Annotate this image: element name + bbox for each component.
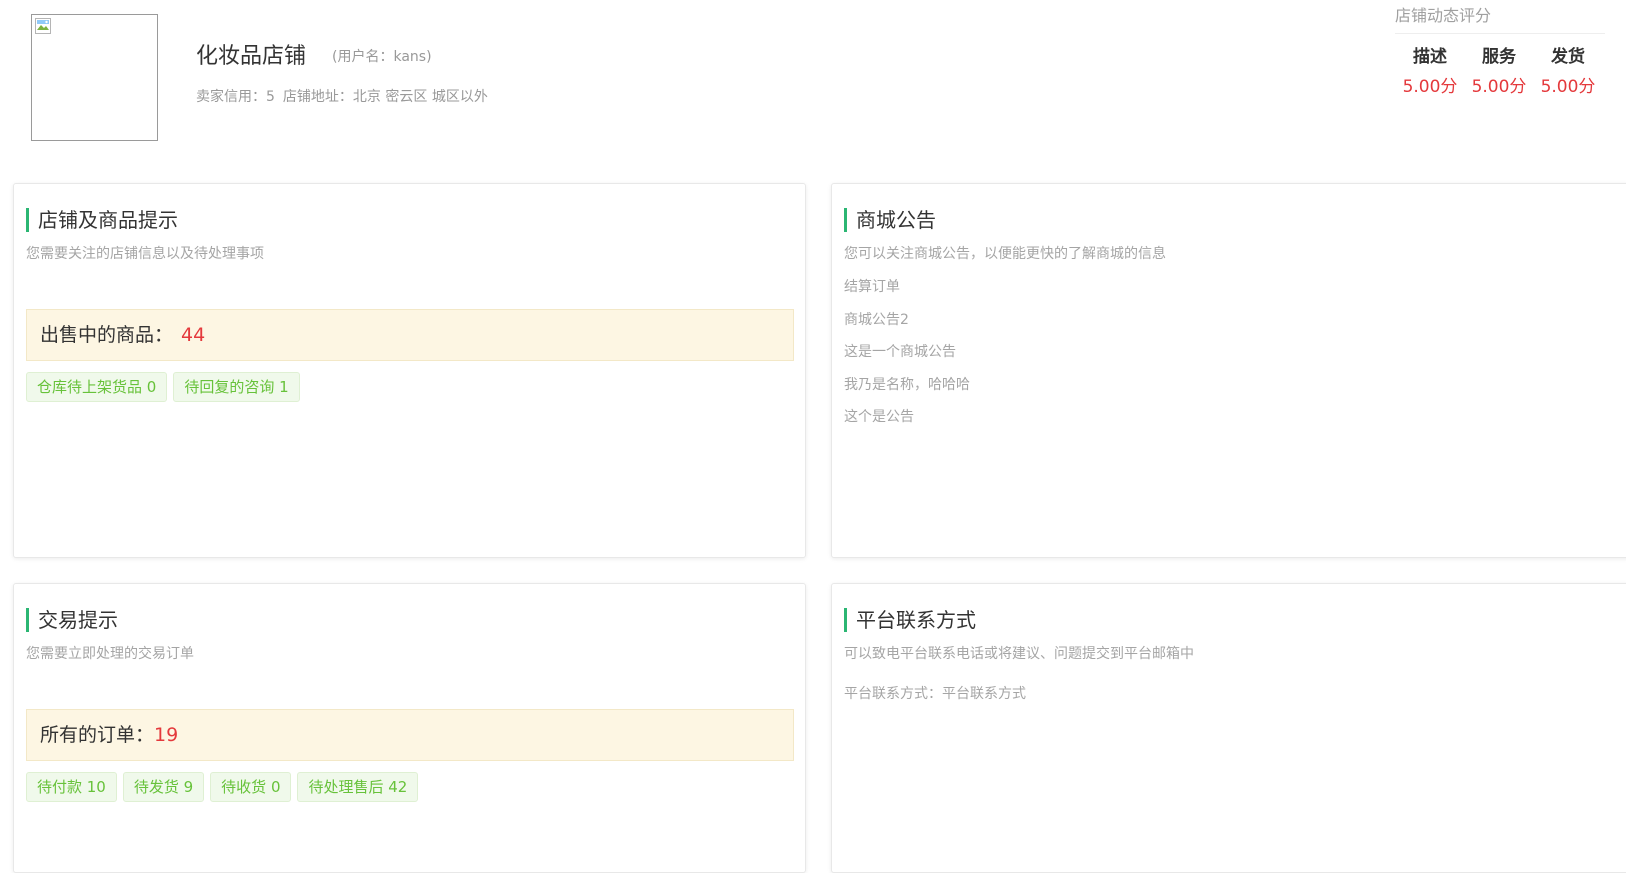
announcement-item[interactable]: 我乃是名称，哈哈哈 <box>844 374 970 407</box>
order-tags: 待付款 10 待发货 9 待收货 0 待处理售后 42 <box>26 772 419 802</box>
card-title: 平台联系方式 <box>844 608 976 632</box>
rating-label: 服务 <box>1482 47 1516 67</box>
shop-rating: 店铺动态评分 描述 5.00分 服务 5.00分 发货 5.00分 <box>1395 0 1605 110</box>
rating-service: 服务 5.00分 <box>1464 45 1534 99</box>
card-subtitle: 您需要关注的店铺信息以及待处理事项 <box>26 246 264 262</box>
card-title: 商城公告 <box>844 208 936 232</box>
card-subtitle: 可以致电平台联系电话或将建议、问题提交到平台邮箱中 <box>844 646 1194 662</box>
rating-value: 5.00分 <box>1471 77 1527 97</box>
store-tags: 仓库待上架货品 0 待回复的咨询 1 <box>26 372 300 402</box>
platform-contact-text: 平台联系方式：平台联系方式 <box>844 686 1026 702</box>
announcements-card: 商城公告 您可以关注商城公告，以便能更快的了解商城的信息 结算订单 商城公告2 … <box>831 183 1626 558</box>
pending-inquiry-tag[interactable]: 待回复的咨询 1 <box>173 372 300 402</box>
rating-value: 5.00分 <box>1540 77 1596 97</box>
shop-meta: 卖家信用：5 店铺地址：北京 密云区 城区以外 <box>196 86 496 106</box>
on-sale-label: 出售中的商品： <box>40 324 174 346</box>
announcement-item[interactable]: 结算订单 <box>844 276 970 309</box>
announcement-item[interactable]: 这是一个商城公告 <box>844 341 970 374</box>
rating-delivery: 发货 5.00分 <box>1533 45 1603 99</box>
all-orders[interactable]: 所有的订单：19 <box>26 709 794 761</box>
pending-receipt-tag[interactable]: 待收货 0 <box>210 772 292 802</box>
pending-after-sales-tag[interactable]: 待处理售后 42 <box>297 772 419 802</box>
platform-contact-card: 平台联系方式 可以致电平台联系电话或将建议、问题提交到平台邮箱中 平台联系方式：… <box>831 583 1626 873</box>
on-sale-count: 44 <box>181 324 206 346</box>
shop-name: 化妆品店铺 <box>196 44 307 69</box>
rating-label: 描述 <box>1413 47 1447 67</box>
all-orders-label: 所有的订单： <box>40 724 155 746</box>
on-sale-goods[interactable]: 出售中的商品： 44 <box>26 309 794 361</box>
rating-value: 5.00分 <box>1402 77 1458 97</box>
broken-image-icon <box>35 18 51 34</box>
store-tips-card: 店铺及商品提示 您需要关注的店铺信息以及待处理事项 出售中的商品： 44 仓库待上… <box>13 183 806 558</box>
card-title: 店铺及商品提示 <box>26 208 178 232</box>
announcement-item[interactable]: 这个是公告 <box>844 406 970 439</box>
shop-logo <box>31 14 158 141</box>
rating-title: 店铺动态评分 <box>1395 6 1492 25</box>
rating-divider <box>1395 33 1605 34</box>
shop-address: 店铺地址：北京 密云区 城区以外 <box>282 89 488 105</box>
pending-payment-tag[interactable]: 待付款 10 <box>26 772 117 802</box>
card-subtitle: 您需要立即处理的交易订单 <box>26 646 194 662</box>
trade-tips-card: 交易提示 您需要立即处理的交易订单 所有的订单：19 待付款 10 待发货 9 … <box>13 583 806 873</box>
all-orders-count: 19 <box>154 724 179 746</box>
card-subtitle: 您可以关注商城公告，以便能更快的了解商城的信息 <box>844 246 1166 262</box>
card-title: 交易提示 <box>26 608 118 632</box>
warehouse-pending-tag[interactable]: 仓库待上架货品 0 <box>26 372 168 402</box>
rating-description: 描述 5.00分 <box>1395 45 1465 99</box>
shop-header: 化妆品店铺 (用户名：kans) 卖家信用：5 店铺地址：北京 密云区 城区以外 … <box>0 0 1626 160</box>
rating-label: 发货 <box>1551 47 1585 67</box>
pending-shipment-tag[interactable]: 待发货 9 <box>122 772 205 802</box>
shop-username: (用户名：kans) <box>332 49 432 65</box>
seller-credit: 卖家信用：5 <box>196 89 275 105</box>
announcement-list: 结算订单 商城公告2 这是一个商城公告 我乃是名称，哈哈哈 这个是公告 <box>844 276 970 439</box>
announcement-item[interactable]: 商城公告2 <box>844 309 970 342</box>
